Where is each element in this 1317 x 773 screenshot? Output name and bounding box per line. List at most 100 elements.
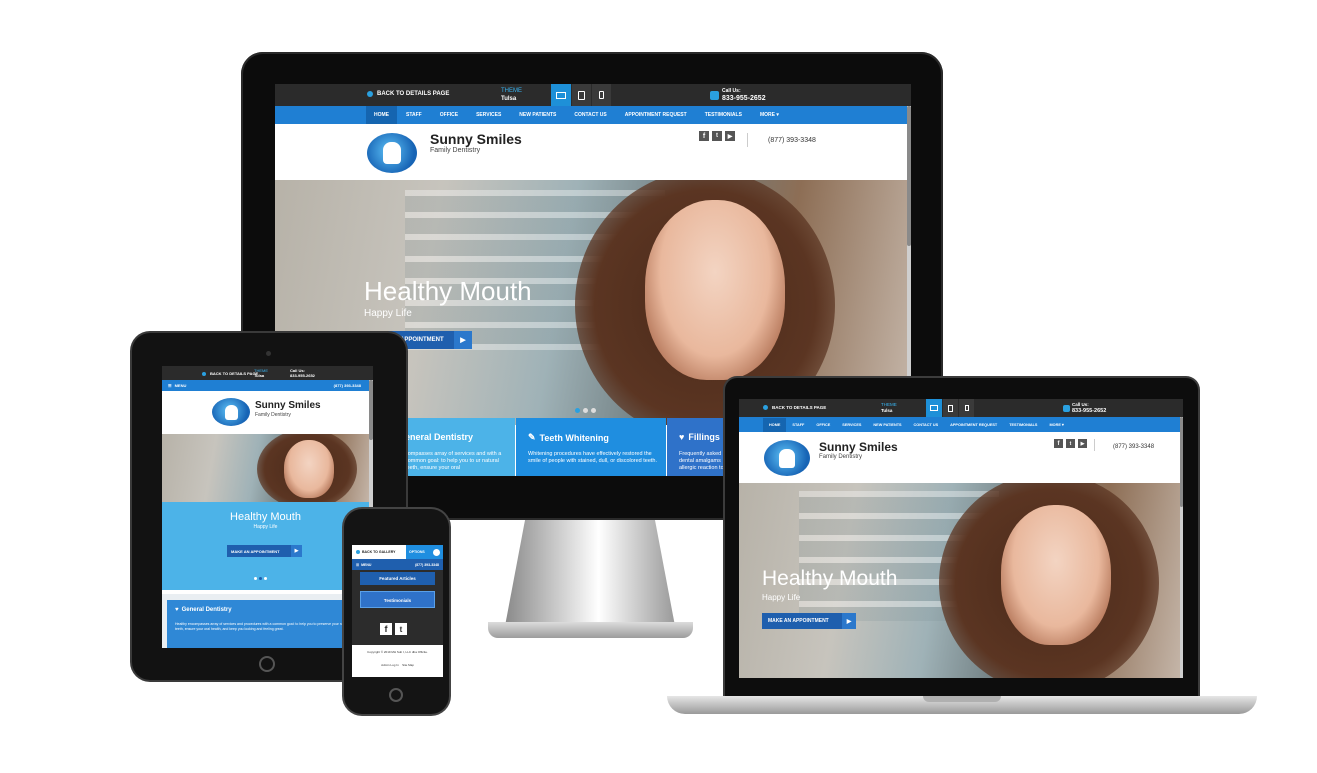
- back-to-details-link[interactable]: BACK TO DETAILS PAGE: [202, 371, 258, 376]
- phone-icon: [599, 91, 604, 99]
- service-text: Frequently asked dental amalgams allergi…: [679, 451, 724, 472]
- nav-office[interactable]: OFFICE: [810, 423, 836, 427]
- youtube-icon[interactable]: ▶: [1078, 439, 1087, 448]
- phone-toolbar: BACK TO GALLERY OPTIONS: [352, 545, 443, 559]
- nav-new-patients[interactable]: NEW PATIENTS: [510, 112, 565, 118]
- phone-number: (877) 393-3348: [415, 562, 439, 567]
- twitter-icon[interactable]: t: [395, 623, 407, 635]
- phone-view-button[interactable]: [592, 84, 611, 106]
- tablet-home-button[interactable]: [259, 656, 275, 672]
- call-us: Call Us: 833-955-2652: [290, 368, 315, 378]
- call-us: Call Us: 833-955-2652: [1063, 402, 1106, 414]
- service-text: compasses array of services and with a c…: [405, 451, 502, 472]
- back-to-details-link[interactable]: BACK TO DETAILS PAGE: [763, 405, 826, 410]
- tablet-view-button[interactable]: [572, 84, 591, 106]
- nav-home[interactable]: HOME: [763, 417, 787, 432]
- brand-name: Sunny Smiles: [430, 131, 522, 147]
- back-to-gallery-link[interactable]: BACK TO GALLERY: [356, 550, 395, 554]
- facebook-icon[interactable]: f: [1054, 439, 1063, 448]
- tablet-view-button[interactable]: [943, 399, 958, 417]
- service-title: ✎ Teeth Whitening: [528, 432, 609, 443]
- twitter-icon[interactable]: t: [712, 131, 722, 141]
- nav-more[interactable]: MORE ▾: [751, 112, 788, 118]
- gear-icon: [433, 548, 440, 556]
- hero-appointment-button[interactable]: MAKE AN APPOINTMENT ▶: [762, 613, 856, 629]
- social-links: f t ▶: [699, 131, 735, 141]
- phone-screen: BACK TO GALLERY OPTIONS ☰ MENU (877) 393…: [352, 545, 443, 677]
- back-to-details-link[interactable]: BACK TO DETAILS PAGE: [367, 91, 449, 97]
- social-links: f t ▶: [1054, 439, 1087, 448]
- twitter-icon[interactable]: t: [1066, 439, 1075, 448]
- theme-label: THEME: [501, 88, 522, 94]
- back-dot-icon: [356, 550, 360, 554]
- page-scrollbar[interactable]: [1180, 417, 1183, 678]
- menu-icon[interactable]: ☰: [356, 563, 359, 567]
- call-number: 833-955-2652: [722, 95, 766, 102]
- device-showcase: BACK TO DETAILS PAGE THEME Tulsa Call Us…: [0, 0, 1317, 773]
- phone-social: f t: [380, 623, 407, 635]
- tooth-logo-icon[interactable]: [212, 398, 250, 426]
- phone-footer: Copyright © 2019 MH Sub I, LLC dba Offic…: [352, 645, 443, 677]
- nav-more[interactable]: MORE ▾: [1043, 422, 1069, 427]
- theme-selector[interactable]: THEME Tulsa: [501, 87, 522, 103]
- phone-handset-icon: [710, 90, 719, 100]
- service-card[interactable]: ♥ General Dentistry Healthy encompasses …: [167, 600, 364, 648]
- facebook-icon[interactable]: f: [699, 131, 709, 141]
- facebook-icon[interactable]: f: [380, 623, 392, 635]
- nav-staff[interactable]: STAFF: [397, 112, 431, 118]
- service-title: eneral Dentistry: [405, 432, 474, 442]
- tooth-logo-icon[interactable]: [764, 440, 810, 476]
- tablet-hero-panel: Healthy Mouth Happy Life MAKE AN APPOINT…: [162, 502, 369, 590]
- phone-home-button[interactable]: [389, 688, 403, 702]
- youtube-icon[interactable]: ▶: [725, 131, 735, 141]
- nav-staff[interactable]: STAFF: [786, 423, 810, 427]
- nav-new-patients[interactable]: NEW PATIENTS: [867, 423, 907, 427]
- nav-appointment-request[interactable]: APPOINTMENT REQUEST: [944, 423, 1003, 427]
- nav-office[interactable]: OFFICE: [431, 112, 467, 118]
- nav-services[interactable]: SERVICES: [467, 112, 510, 118]
- featured-articles-button[interactable]: Featured Articles: [360, 572, 435, 585]
- theme-selector[interactable]: THEME Tulsa: [881, 402, 897, 414]
- testimonials-button[interactable]: Testimonials: [360, 591, 435, 608]
- desktop-view-button[interactable]: [551, 84, 571, 106]
- slider-dots[interactable]: [575, 408, 596, 413]
- brand-subtitle: Family Dentistry: [819, 454, 863, 460]
- theme-value: Tulsa: [501, 96, 517, 102]
- hero-subtitle: Happy Life: [253, 524, 278, 530]
- phone-view-button[interactable]: [959, 399, 974, 417]
- options-button[interactable]: OPTIONS: [406, 545, 443, 559]
- nav-testimonials[interactable]: TESTIMONIALS: [696, 112, 751, 118]
- hero-appointment-button[interactable]: MAKE AN APPOINTMENT ▶: [227, 545, 302, 557]
- header-phone: (877) 393-3348: [1113, 444, 1155, 450]
- service-text: Healthy encompasses array of services an…: [175, 622, 351, 631]
- nav-contact-us[interactable]: CONTACT US: [908, 423, 945, 427]
- theme-selector[interactable]: THEME Tulsa: [254, 368, 268, 378]
- laptop-notch: [923, 696, 1001, 702]
- brand-name: Sunny Smiles: [255, 400, 321, 411]
- nav-contact-us[interactable]: CONTACT US: [565, 112, 615, 118]
- back-dot-icon: [763, 405, 768, 410]
- service-teeth-whitening[interactable]: ✎ Teeth Whitening Whitening procedures h…: [516, 418, 666, 476]
- admin-links[interactable]: Admin Log In Site Map: [352, 663, 443, 667]
- main-nav: HOME STAFF OFFICE SERVICES NEW PATIENTS …: [739, 417, 1183, 432]
- nav-testimonials[interactable]: TESTIMONIALS: [1003, 423, 1043, 427]
- menu-label[interactable]: MENU: [175, 383, 187, 388]
- tablet-icon: [948, 404, 953, 412]
- tablet-camera: [266, 351, 271, 356]
- desktop-view-button[interactable]: [926, 399, 942, 417]
- call-label: Call Us:: [722, 88, 741, 94]
- hero-subtitle: Happy Life: [762, 593, 801, 602]
- tooth-logo-icon[interactable]: [367, 133, 417, 173]
- header-divider: [747, 133, 748, 147]
- menu-icon[interactable]: ☰: [168, 383, 172, 388]
- header-divider: [1094, 439, 1095, 451]
- nav-appointment-request[interactable]: APPOINTMENT REQUEST: [616, 112, 696, 118]
- arrow-right-icon: ▶: [454, 331, 472, 349]
- tablet-icon: [578, 90, 585, 100]
- brand-subtitle: Family Dentistry: [430, 147, 481, 154]
- arrow-right-icon: ▶: [291, 545, 302, 557]
- nav-services[interactable]: SERVICES: [836, 423, 867, 427]
- nav-home[interactable]: HOME: [366, 106, 397, 124]
- toothbrush-icon: ✎: [528, 432, 536, 442]
- slider-dots[interactable]: [254, 577, 267, 580]
